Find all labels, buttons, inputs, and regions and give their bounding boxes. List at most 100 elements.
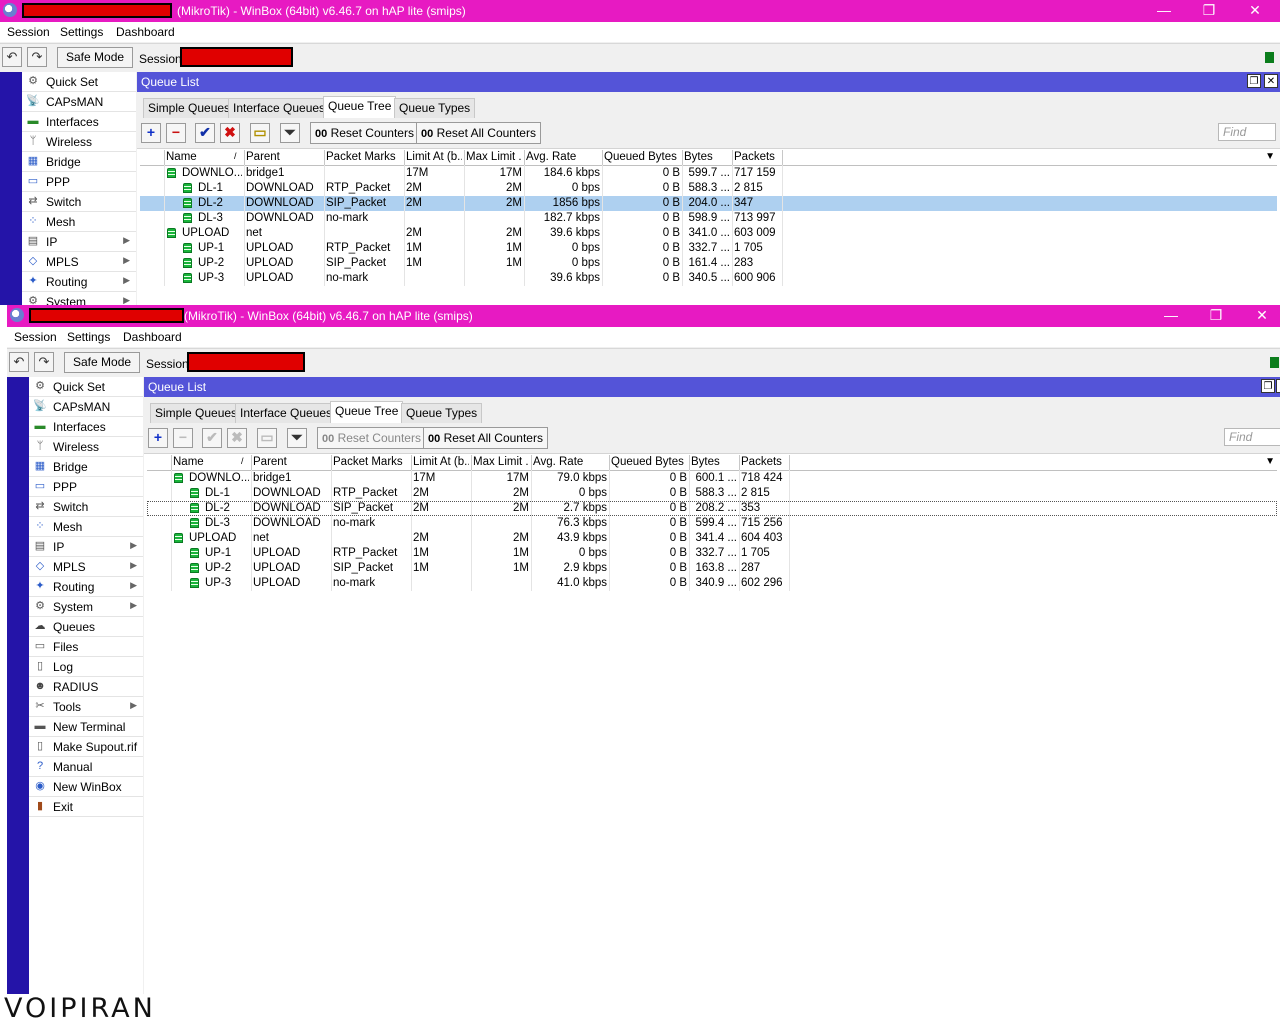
menu-session[interactable]: Session: [14, 330, 57, 344]
redo-icon[interactable]: ↷: [34, 352, 54, 372]
close-icon[interactable]: ✕: [1264, 74, 1278, 88]
table-row[interactable]: UP-2 UPLOAD SIP_Packet 1M 1M 2.9 kbps 0 B 163.8…: [147, 561, 789, 576]
sidebar-item-exit[interactable]: ▮ Exit: [29, 797, 143, 817]
sidebar-item-switch[interactable]: ⇄ Switch: [29, 497, 143, 517]
minimize-icon[interactable]: —: [1156, 306, 1186, 326]
column-header[interactable]: Packets: [734, 151, 780, 163]
tab-queue-types[interactable]: Queue Types: [394, 98, 476, 118]
sidebar-item-new-terminal[interactable]: ▬ New Terminal: [29, 717, 143, 737]
sidebar-item-system[interactable]: ⚙ System ▶: [29, 597, 143, 617]
column-header[interactable]: Packet Marks: [333, 456, 409, 468]
table-row[interactable]: DL-2 DOWNLOAD SIP_Packet 2M 2M 1856 bps 0 B 204…: [140, 196, 1277, 211]
undo-icon[interactable]: ↶: [2, 47, 22, 67]
tab-queue-tree[interactable]: Queue Tree: [330, 401, 404, 423]
table-row[interactable]: DL-1 DOWNLOAD RTP_Packet 2M 2M 0 bps 0 B 588.3 …: [140, 181, 782, 196]
disable-icon[interactable]: ✖: [227, 428, 247, 448]
table-row[interactable]: DL-1 DOWNLOAD RTP_Packet 2M 2M 0 bps 0 B 588.3 …: [147, 486, 789, 501]
table-row[interactable]: DL-2 DOWNLOAD SIP_Packet 2M 2M 2.7 kbps 0 B 208…: [147, 501, 1277, 516]
close-icon[interactable]: ✕: [1240, 1, 1270, 21]
column-header[interactable]: Name: [173, 456, 249, 468]
safe-mode-button[interactable]: Safe Mode: [57, 47, 134, 68]
add-icon[interactable]: +: [148, 428, 168, 448]
sidebar-item-quick-set[interactable]: ⚙ Quick Set: [22, 72, 136, 92]
sidebar-item-wireless[interactable]: ᛘ Wireless: [22, 132, 136, 152]
column-header[interactable]: Max Limit ...: [466, 151, 522, 163]
table-row[interactable]: UP-3 UPLOAD no-mark 41.0 kbps 0 B 340.9 ... 60…: [147, 576, 789, 591]
sidebar-item-routing[interactable]: ✦ Routing ▶: [22, 272, 136, 292]
column-header[interactable]: Bytes: [684, 151, 730, 163]
tab-interface-queues[interactable]: Interface Queues: [228, 98, 331, 118]
sidebar-item-ip[interactable]: ▤ IP ▶: [22, 232, 136, 252]
sidebar-item-bridge[interactable]: ▦ Bridge: [29, 457, 143, 477]
table-row[interactable]: UP-1 UPLOAD RTP_Packet 1M 1M 0 bps 0 B 332.7 ..…: [147, 546, 789, 561]
menu-settings[interactable]: Settings: [67, 330, 110, 344]
chevron-down-icon[interactable]: ▼: [1265, 456, 1275, 467]
title-bar[interactable]: (MikroTik) - WinBox (64bit) v6.46.7 on h…: [7, 305, 1280, 327]
reset-counters-button[interactable]: 00 Reset Counters: [317, 427, 426, 449]
sidebar-item-queues[interactable]: ☁ Queues: [29, 617, 143, 637]
tab-interface-queues[interactable]: Interface Queues: [235, 403, 338, 423]
column-header[interactable]: Queued Bytes: [611, 456, 687, 468]
undo-icon[interactable]: ↶: [9, 352, 29, 372]
close-icon[interactable]: ✕: [1276, 379, 1280, 393]
find-input[interactable]: Find: [1224, 428, 1280, 446]
filter-icon[interactable]: ⏷: [287, 428, 307, 448]
sidebar-item-system[interactable]: ⚙ System ▶: [22, 292, 136, 305]
table-row[interactable]: DL-3 DOWNLOAD no-mark 182.7 kbps 0 B 598.9 ..…: [140, 211, 782, 226]
table-row[interactable]: DOWNLO... bridge1 17M 17M 184.6 kbps 0 B 599.7…: [140, 166, 782, 181]
table-row[interactable]: UP-3 UPLOAD no-mark 39.6 kbps 0 B 340.5 ... 60…: [140, 271, 782, 286]
comment-icon[interactable]: ▭: [250, 123, 270, 143]
disable-icon[interactable]: ✖: [220, 123, 240, 143]
column-header[interactable]: Parent: [246, 151, 322, 163]
tab-queue-types[interactable]: Queue Types: [401, 403, 483, 423]
restore-icon[interactable]: ❐: [1261, 379, 1275, 393]
sidebar-item-interfaces[interactable]: ▬ Interfaces: [29, 417, 143, 437]
sidebar-item-quick-set[interactable]: ⚙ Quick Set: [29, 377, 143, 397]
minimize-icon[interactable]: —: [1149, 1, 1179, 21]
comment-icon[interactable]: ▭: [257, 428, 277, 448]
table-row[interactable]: DL-3 DOWNLOAD no-mark 76.3 kbps 0 B 599.4 ...…: [147, 516, 789, 531]
tab-queue-tree[interactable]: Queue Tree: [323, 96, 397, 118]
tab-simple-queues[interactable]: Simple Queues: [150, 403, 243, 423]
queue-list-titlebar[interactable]: Queue List ❐ ✕: [144, 377, 1280, 397]
sidebar-item-files[interactable]: ▭ Files: [29, 637, 143, 657]
menu-settings[interactable]: Settings: [60, 25, 103, 39]
column-header[interactable]: Bytes: [691, 456, 737, 468]
sidebar-item-interfaces[interactable]: ▬ Interfaces: [22, 112, 136, 132]
remove-icon[interactable]: −: [173, 428, 193, 448]
title-bar[interactable]: (MikroTik) - WinBox (64bit) v6.46.7 on h…: [0, 0, 1280, 22]
close-icon[interactable]: ✕: [1247, 306, 1277, 326]
sidebar-item-radius[interactable]: ☻ RADIUS: [29, 677, 143, 697]
column-header[interactable]: Parent: [253, 456, 329, 468]
sidebar-item-tools[interactable]: ✂ Tools ▶: [29, 697, 143, 717]
sidebar-item-make-supout-rif[interactable]: ▯ Make Supout.rif: [29, 737, 143, 757]
table-row[interactable]: UPLOAD net 2M 2M 39.6 kbps 0 B 341.0 ... 603 00…: [140, 226, 782, 241]
table-row[interactable]: UP-1 UPLOAD RTP_Packet 1M 1M 0 bps 0 B 332.7 ..…: [140, 241, 782, 256]
menu-dashboard[interactable]: Dashboard: [116, 25, 175, 39]
tab-simple-queues[interactable]: Simple Queues: [143, 98, 236, 118]
restore-icon[interactable]: ❐: [1201, 306, 1231, 326]
queue-list-titlebar[interactable]: Queue List ❐ ✕: [137, 72, 1280, 92]
menu-session[interactable]: Session: [7, 25, 50, 39]
enable-icon[interactable]: ✔: [195, 123, 215, 143]
column-header[interactable]: Packets: [741, 456, 787, 468]
enable-icon[interactable]: ✔: [202, 428, 222, 448]
find-input[interactable]: Find: [1218, 123, 1276, 141]
sidebar-item-ppp[interactable]: ▭ PPP: [22, 172, 136, 192]
column-header[interactable]: Queued Bytes: [604, 151, 680, 163]
sidebar-item-mesh[interactable]: ⁘ Mesh: [22, 212, 136, 232]
sidebar-item-mpls[interactable]: ◇ MPLS ▶: [29, 557, 143, 577]
table-row[interactable]: UPLOAD net 2M 2M 43.9 kbps 0 B 341.4 ... 604 40…: [147, 531, 789, 546]
column-header[interactable]: Avg. Rate: [533, 456, 607, 468]
filter-icon[interactable]: ⏷: [280, 123, 300, 143]
redo-icon[interactable]: ↷: [27, 47, 47, 67]
column-header[interactable]: Max Limit ...: [473, 456, 529, 468]
column-header[interactable]: Name: [166, 151, 242, 163]
sidebar-item-manual[interactable]: ? Manual: [29, 757, 143, 777]
menu-dashboard[interactable]: Dashboard: [123, 330, 182, 344]
column-header[interactable]: Limit At (b...: [413, 456, 469, 468]
column-header[interactable]: Limit At (b...: [406, 151, 462, 163]
sidebar-item-wireless[interactable]: ᛘ Wireless: [29, 437, 143, 457]
chevron-down-icon[interactable]: ▼: [1265, 151, 1275, 162]
sidebar-item-routing[interactable]: ✦ Routing ▶: [29, 577, 143, 597]
